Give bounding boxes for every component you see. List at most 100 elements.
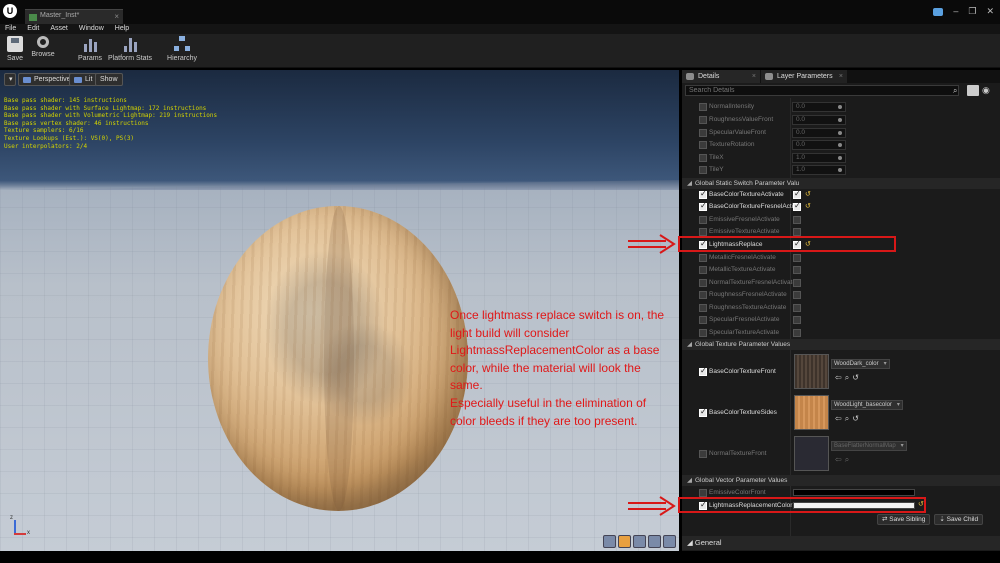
texture-param-row: BaseColorTextureFront WoodDark_color ⇦⌕↺	[682, 354, 1000, 394]
tab-layer-parameters[interactable]: Layer Parameters ×	[761, 70, 847, 83]
texture-thumbnail[interactable]	[794, 354, 829, 389]
texture-tools: ⇦⌕↺	[835, 373, 862, 383]
param-checkbox[interactable]	[699, 407, 707, 417]
texture-asset-dropdown[interactable]: WoodLight_basecolor	[831, 400, 903, 410]
search-icon[interactable]: ⌕	[953, 86, 957, 96]
browse-button[interactable]: Browse	[29, 36, 57, 58]
lit-button[interactable]: Lit	[69, 73, 98, 86]
param-checkbox[interactable]	[699, 254, 707, 262]
cube-mesh-icon[interactable]	[648, 535, 661, 548]
param-value[interactable]: 0.0	[792, 140, 846, 150]
param-checkbox[interactable]	[699, 228, 707, 236]
tab-close-icon[interactable]: ×	[752, 70, 756, 83]
param-checkbox[interactable]	[699, 154, 707, 162]
close-window-button[interactable]: ✕	[986, 6, 994, 17]
color-swatch[interactable]	[793, 489, 915, 496]
switch-value-checkbox[interactable]	[793, 279, 801, 287]
clear-icon[interactable]: ↺	[852, 414, 862, 423]
menu-bar: File Edit Asset Window Help	[0, 24, 1000, 34]
document-tab[interactable]: Master_Inst* ×	[25, 9, 123, 24]
sphere-mesh-icon[interactable]	[618, 535, 631, 548]
param-checkbox[interactable]	[699, 450, 707, 458]
switch-value-checkbox[interactable]	[793, 304, 801, 312]
platform-stats-button[interactable]: Platform Stats	[108, 36, 152, 62]
menu-edit[interactable]: Edit	[27, 24, 39, 34]
scalar-param-row: SpecularValueFront 0.0	[682, 127, 1000, 140]
param-checkbox[interactable]	[699, 141, 707, 149]
viewport-options-button[interactable]: ▾	[4, 73, 16, 86]
param-value[interactable]: 0.0	[792, 115, 846, 125]
reset-to-default-icon[interactable]: ↺	[805, 190, 811, 198]
param-checkbox[interactable]	[699, 201, 707, 211]
param-checkbox[interactable]	[699, 304, 707, 312]
use-selected-icon[interactable]: ⇦	[835, 455, 845, 464]
search-input[interactable]	[685, 85, 959, 96]
eye-icon[interactable]: ◉	[982, 85, 990, 96]
reset-to-default-icon[interactable]: ↺	[805, 202, 811, 210]
param-checkbox[interactable]	[699, 291, 707, 299]
save-child-button[interactable]: ⇣ Save Child	[934, 514, 984, 525]
maximize-button[interactable]: ❐	[968, 6, 976, 17]
switch-value-checkbox[interactable]	[793, 329, 801, 337]
hierarchy-label: Hierarchy	[167, 55, 197, 62]
param-value[interactable]: 0.0	[792, 128, 846, 138]
param-value[interactable]: 1.0	[792, 165, 846, 175]
browse-asset-icon[interactable]: ⌕	[845, 455, 852, 464]
switch-value-checkbox[interactable]	[793, 201, 801, 211]
param-checkbox[interactable]	[699, 116, 707, 124]
texture-section[interactable]: ◢ Global Texture Parameter Values	[682, 339, 1000, 350]
save-button[interactable]: Save	[4, 36, 26, 62]
switch-value-checkbox[interactable]	[793, 316, 801, 324]
vector-section[interactable]: ◢ Global Vector Parameter Values	[682, 475, 1000, 486]
toolbar: Save Browse Params Platform Stats Hierar…	[0, 34, 1000, 68]
param-checkbox[interactable]	[699, 166, 707, 174]
tab-close-icon[interactable]: ×	[839, 70, 843, 83]
param-checkbox[interactable]	[699, 189, 707, 199]
texture-thumbnail[interactable]	[794, 436, 829, 471]
teapot-mesh-icon[interactable]	[663, 535, 676, 548]
menu-file[interactable]: File	[5, 24, 16, 34]
param-checkbox[interactable]	[699, 103, 707, 111]
switch-value-checkbox[interactable]	[793, 189, 801, 199]
switch-value-checkbox[interactable]	[793, 216, 801, 224]
switch-value-checkbox[interactable]	[793, 291, 801, 299]
param-checkbox[interactable]	[699, 489, 707, 497]
param-checkbox[interactable]	[699, 266, 707, 274]
menu-help[interactable]: Help	[115, 24, 129, 34]
show-button[interactable]: Show	[95, 73, 123, 86]
param-value[interactable]: 0.0	[792, 102, 846, 112]
param-checkbox[interactable]	[699, 316, 707, 324]
clear-icon[interactable]: ↺	[852, 373, 862, 382]
switch-value-checkbox[interactable]	[793, 254, 801, 262]
switch-value-checkbox[interactable]	[793, 266, 801, 274]
menu-asset[interactable]: Asset	[50, 24, 68, 34]
texture-asset-dropdown[interactable]: BaseFlatterNormalMap	[831, 441, 907, 451]
tab-close-icon[interactable]: ×	[114, 12, 119, 21]
texture-param-row: BaseColorTextureSides WoodLight_basecolo…	[682, 395, 1000, 435]
hierarchy-button[interactable]: Hierarchy	[165, 36, 199, 62]
cylinder-mesh-icon[interactable]	[603, 535, 616, 548]
plane-mesh-icon[interactable]	[633, 535, 646, 548]
texture-asset-dropdown[interactable]: WoodDark_color	[831, 359, 890, 369]
notification-icon[interactable]	[933, 8, 944, 16]
section-title: Global Static Switch Parameter Valu	[695, 180, 800, 187]
use-selected-icon[interactable]: ⇦	[835, 414, 845, 423]
param-checkbox[interactable]	[699, 366, 707, 376]
use-selected-icon[interactable]: ⇦	[835, 373, 845, 382]
static-switch-section[interactable]: ◢ Global Static Switch Parameter Valu	[682, 178, 1000, 189]
menu-window[interactable]: Window	[79, 24, 104, 34]
tab-details[interactable]: Details ×	[682, 70, 760, 83]
grid-view-icon[interactable]	[967, 85, 979, 96]
param-checkbox[interactable]	[699, 279, 707, 287]
param-checkbox[interactable]	[699, 329, 707, 337]
param-value[interactable]: 1.0	[792, 153, 846, 163]
param-checkbox[interactable]	[699, 216, 707, 224]
minimize-button[interactable]: –	[953, 6, 958, 17]
texture-thumbnail[interactable]	[794, 395, 829, 430]
save-sibling-button[interactable]: ⇄ Save Sibling	[877, 514, 931, 525]
params-button[interactable]: Params	[76, 36, 104, 62]
param-checkbox[interactable]	[699, 129, 707, 137]
switch-value-checkbox[interactable]	[793, 228, 801, 236]
general-section[interactable]: ◢ General	[682, 536, 1000, 550]
perspective-button[interactable]: Perspective	[18, 73, 76, 86]
